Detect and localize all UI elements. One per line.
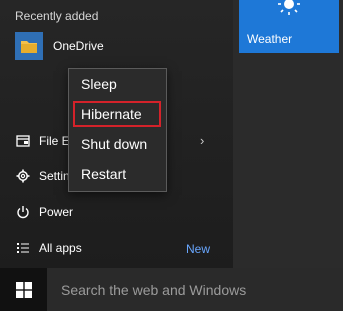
nav-all-apps-label: All apps xyxy=(39,241,82,255)
gear-icon xyxy=(15,168,31,184)
recent-app-label: OneDrive xyxy=(53,39,104,53)
recent-app-onedrive[interactable]: OneDrive xyxy=(15,32,104,60)
tile-weather[interactable]: Weather xyxy=(239,0,339,53)
power-menu: Sleep Hibernate Shut down Restart xyxy=(68,68,167,192)
windows-logo-icon xyxy=(15,281,32,298)
tile-weather-label: Weather xyxy=(247,32,293,46)
new-badge: New xyxy=(186,242,211,256)
chevron-right-icon[interactable]: › xyxy=(200,133,204,148)
search-box[interactable] xyxy=(47,268,343,311)
start-button[interactable] xyxy=(0,268,47,311)
menu-item-hibernate[interactable]: Hibernate xyxy=(73,101,161,127)
taskbar xyxy=(0,268,343,311)
sun-icon xyxy=(278,0,300,15)
menu-item-restart[interactable]: Restart xyxy=(73,161,161,187)
search-input[interactable] xyxy=(59,280,333,299)
power-icon xyxy=(15,204,31,220)
nav-power-label: Power xyxy=(39,205,74,219)
file-explorer-icon xyxy=(15,133,31,149)
menu-item-shut-down[interactable]: Shut down xyxy=(73,131,161,157)
list-icon xyxy=(15,240,31,256)
nav-power[interactable]: Power xyxy=(15,202,73,222)
nav-all-apps[interactable]: All apps xyxy=(15,238,82,258)
menu-item-sleep[interactable]: Sleep xyxy=(73,71,161,97)
recently-added-title: Recently added xyxy=(15,9,99,23)
onedrive-folder-icon xyxy=(15,32,43,60)
